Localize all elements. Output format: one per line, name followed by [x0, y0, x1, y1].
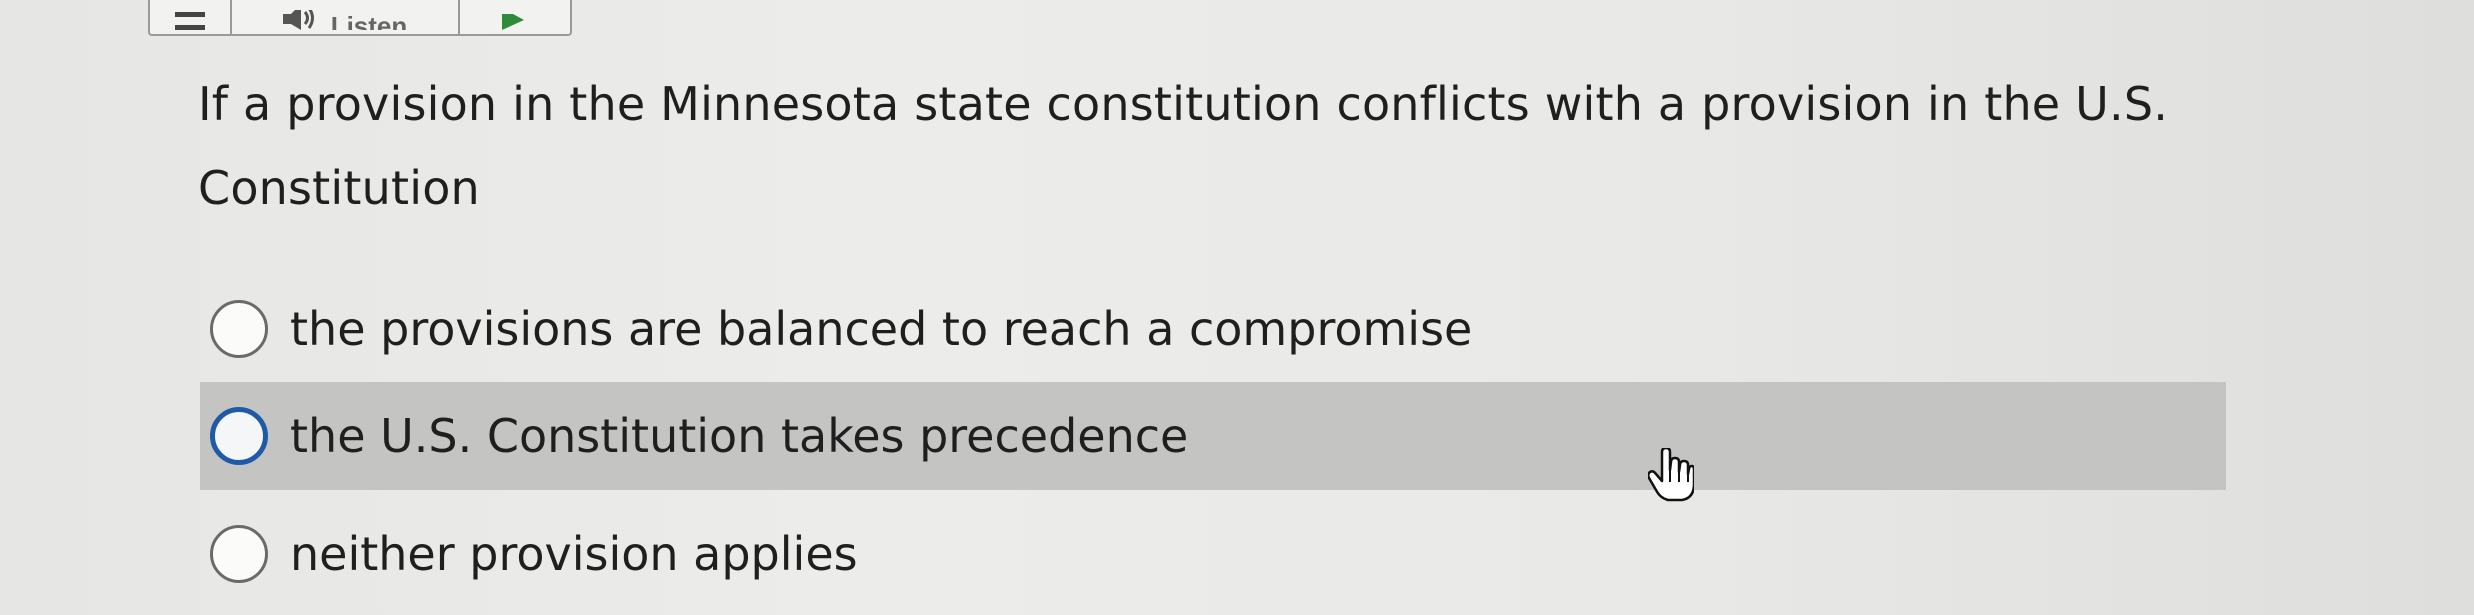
answer-option-label: neither provision applies: [290, 527, 858, 581]
answer-option-label: the U.S. Constitution takes precedence: [290, 409, 1189, 463]
answer-option-label: the provisions are balanced to reach a c…: [290, 302, 1473, 356]
play-button[interactable]: [460, 0, 566, 34]
toolbar: Listen: [148, 0, 572, 36]
answer-option-2[interactable]: the U.S. Constitution takes precedence: [200, 382, 2226, 490]
play-icon: [502, 14, 524, 30]
answer-option-1[interactable]: the provisions are balanced to reach a c…: [200, 275, 2226, 383]
hand-pointer-icon: [1648, 448, 1694, 502]
question-text: If a provision in the Minnesota state co…: [198, 77, 2169, 215]
radio-button[interactable]: [210, 300, 268, 358]
menu-button[interactable]: [150, 0, 232, 34]
listen-button[interactable]: Listen: [232, 0, 460, 34]
answer-option-3[interactable]: neither provision applies: [200, 500, 2226, 608]
radio-button[interactable]: [210, 525, 268, 583]
listen-label: Listen: [331, 16, 408, 30]
menu-icon: [175, 12, 205, 30]
radio-button[interactable]: [210, 407, 268, 465]
speaker-icon: [282, 10, 317, 30]
